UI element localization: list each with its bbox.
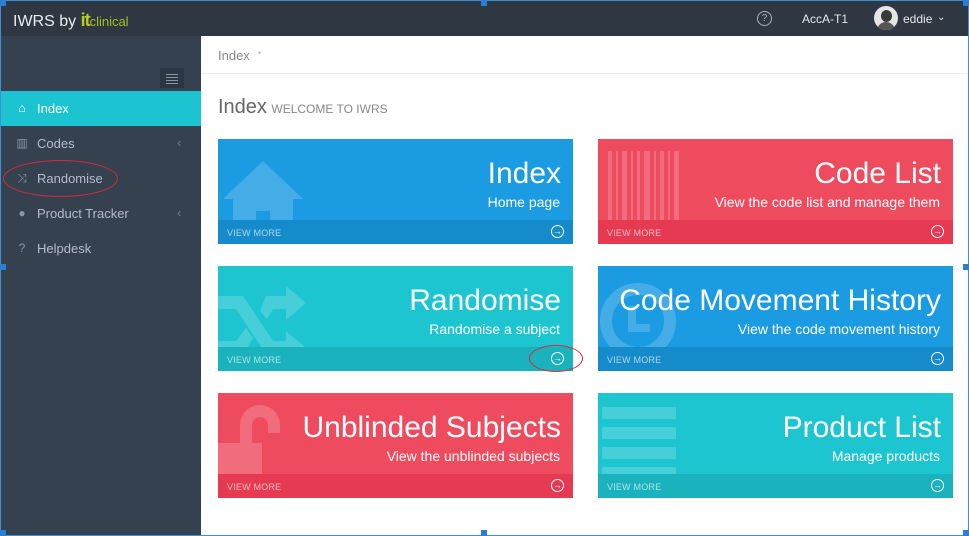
tile-title: Index [487,157,561,190]
resize-handle[interactable] [481,530,487,536]
tile-subtitle: Randomise a subject [429,321,560,337]
map-marker-icon: ● [18,206,26,220]
top-bar: IWRS by itclinical ? AccA-T1 eddie ⌄ [1,1,968,36]
page-subtitle: WELCOME TO IWRS [271,102,388,116]
sidebar-item-label: Product Tracker [37,206,129,221]
view-more-label: VIEW MORE [227,355,282,365]
tile-subtitle: View the code movement history [737,321,940,337]
chevron-left-icon: ‹ [177,205,182,220]
tile-subtitle: View the code list and manage them [714,194,940,210]
tile-title: Code List [814,157,941,190]
tile-subtitle: View the unblinded subjects [386,448,560,464]
view-more-link[interactable]: VIEW MORE → [598,220,953,244]
brand-logo[interactable]: IWRS by itclinical [13,10,129,31]
tile-subtitle: Manage products [831,448,940,464]
resize-handle[interactable] [0,530,6,536]
account-label[interactable]: AccA-T1 [802,12,848,26]
tile-code-list[interactable]: Code List View the code list and manage … [598,139,953,244]
sidebar-item-product-tracker[interactable]: ● Product Tracker ‹ [1,196,201,231]
tile-subtitle: Home page [487,194,560,210]
tile-title: Product List [782,411,941,444]
arrow-circle-right-icon[interactable]: → [931,225,944,238]
tile-title: Unblinded Subjects [302,411,561,444]
user-menu[interactable]: eddie [903,12,932,26]
home-icon: ⌂ [18,101,26,115]
chevron-down-icon[interactable]: ⌄ [937,12,945,23]
brand-text: IWRS by [13,13,81,30]
arrow-circle-right-icon[interactable]: → [551,479,564,492]
view-more-label: VIEW MORE [227,228,282,238]
view-more-label: VIEW MORE [607,482,662,492]
sidebar-item-label: Index [37,101,69,116]
view-more-link[interactable]: VIEW MORE → [218,474,573,498]
sidebar-toggle-button[interactable] [160,68,184,88]
sidebar: ⌂ Index ▥ Codes ‹ ⤨ Randomise ● Product … [1,36,201,535]
sidebar-item-helpdesk[interactable]: ? Helpdesk [1,231,201,266]
view-more-label: VIEW MORE [607,355,662,365]
tile-title: Code Movement History [619,284,941,317]
annotation-ellipse-randomise [3,160,118,197]
sidebar-item-index[interactable]: ⌂ Index [1,91,201,126]
page-title: Index WELCOME TO IWRS [218,96,388,119]
resize-handle[interactable] [963,530,969,536]
tile-randomise[interactable]: Randomise Randomise a subject VIEW MORE … [218,266,573,371]
view-more-link[interactable]: VIEW MORE → [218,347,573,371]
question-circle-icon[interactable]: ? [757,11,772,26]
sidebar-item-label: Codes [37,136,75,151]
view-more-label: VIEW MORE [227,482,282,492]
view-more-link[interactable]: VIEW MORE → [598,474,953,498]
arrow-circle-right-icon[interactable]: → [931,479,944,492]
view-more-link[interactable]: VIEW MORE → [218,220,573,244]
resize-handle[interactable] [0,264,6,270]
sidebar-item-label: Helpdesk [37,241,92,256]
resize-handle[interactable] [963,0,969,6]
arrow-circle-right-icon[interactable]: → [551,225,564,238]
breadcrumb-item-index[interactable]: Index [218,48,250,63]
breadcrumb: Index • [201,36,968,74]
resize-handle[interactable] [0,0,6,6]
tile-code-movement-history[interactable]: Code Movement History View the code move… [598,266,953,371]
tile-product-list[interactable]: Product List Manage products VIEW MORE → [598,393,953,498]
tile-unblinded-subjects[interactable]: Unblinded Subjects View the unblinded su… [218,393,573,498]
avatar[interactable] [874,6,898,30]
brand-it: it [80,10,91,30]
sidebar-item-codes[interactable]: ▥ Codes ‹ [1,126,201,161]
tile-title: Randomise [409,284,561,317]
resize-handle[interactable] [481,0,487,6]
chevron-left-icon: ‹ [177,135,182,150]
view-more-label: VIEW MORE [607,228,662,238]
tile-index[interactable]: Index Home page VIEW MORE → [218,139,573,244]
brand-clinical: clinical [89,14,129,29]
annotation-ellipse-arrow [529,345,583,372]
arrow-circle-right-icon[interactable]: → [931,352,944,365]
page-title-text: Index [218,96,267,118]
barcode-icon: ▥ [16,136,28,150]
resize-handle[interactable] [963,264,969,270]
question-icon: ? [18,241,26,255]
view-more-link[interactable]: VIEW MORE → [598,347,953,371]
breadcrumb-separator: • [258,48,262,58]
